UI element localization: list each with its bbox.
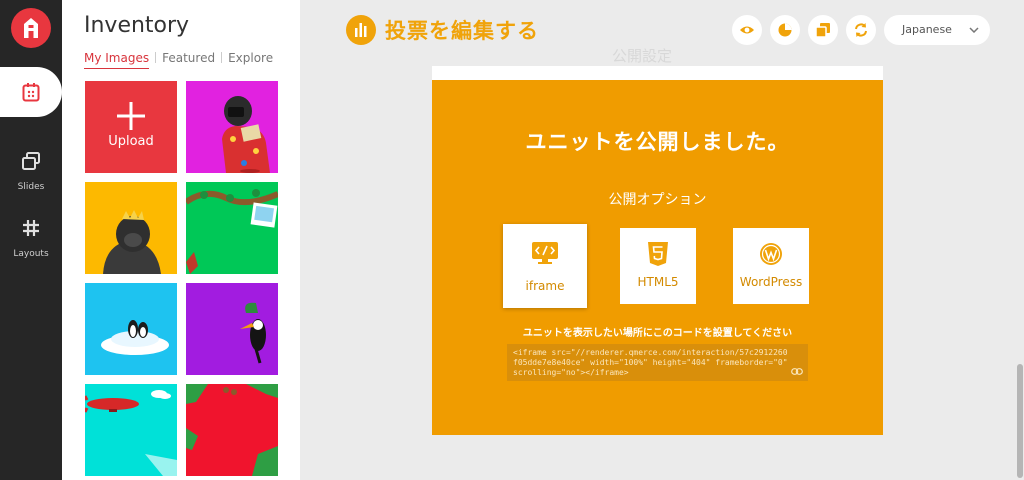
media-icon	[22, 83, 40, 102]
pie-chart-icon	[778, 23, 792, 37]
blimp-image	[85, 390, 177, 476]
eye-icon	[740, 26, 754, 34]
option-iframe[interactable]: iframe	[503, 224, 587, 308]
link-icon[interactable]	[791, 368, 803, 375]
gorilla-camera-image	[222, 96, 270, 173]
inventory-panel: Inventory My Images Featured Explore Uploa…	[62, 0, 300, 480]
poll-edit-icon	[346, 15, 376, 45]
tab-my-images[interactable]: My Images	[84, 51, 150, 69]
option-label: HTML5	[637, 275, 679, 289]
tab-separator	[221, 52, 223, 63]
toucan-image	[240, 302, 266, 364]
code-monitor-icon	[532, 242, 558, 264]
logo-icon	[24, 18, 38, 38]
bar-chart-icon	[355, 23, 367, 37]
gorilla-crown-image	[103, 210, 161, 274]
publish-headline: ユニットを公開しました。	[525, 130, 790, 154]
image-tile-jungle-leaves[interactable]	[186, 384, 278, 476]
section-heading-faded: 公開設定	[612, 47, 673, 65]
image-tile-penguins[interactable]	[85, 283, 177, 375]
jungle-photo-image	[186, 189, 278, 274]
embed-code-text: <iframe src="//renderer.qmerce.com/inter…	[513, 348, 788, 377]
slides-icon	[22, 152, 40, 170]
layouts-icon	[23, 220, 39, 236]
sidebar-item-label: Layouts	[13, 249, 49, 259]
image-tile-toucan[interactable]	[186, 283, 278, 375]
results-button[interactable]	[770, 15, 800, 45]
refresh-icon	[855, 23, 867, 37]
scrollbar-thumb[interactable]	[1017, 364, 1023, 478]
preview-button[interactable]	[732, 15, 762, 45]
option-label: WordPress	[739, 275, 803, 289]
image-tile-blimp[interactable]	[85, 384, 177, 476]
language-select-value: Japanese	[902, 23, 952, 36]
sidebar-item-layouts[interactable]: Layouts	[0, 219, 62, 260]
image-tile-jungle-photo[interactable]	[186, 182, 278, 274]
option-wordpress[interactable]: WordPress	[733, 228, 809, 304]
inventory-tabs: My Images Featured Explore	[84, 51, 273, 69]
option-label: iframe	[525, 279, 565, 293]
page-title: 投票を編集する	[385, 19, 539, 43]
app-logo[interactable]	[11, 8, 51, 48]
sidebar-item-slides[interactable]: Slides	[0, 152, 62, 193]
plus-icon	[117, 102, 145, 130]
upload-label: Upload	[108, 134, 154, 149]
refresh-button[interactable]	[846, 15, 876, 45]
embed-code-field[interactable]: <iframe src="//renderer.qmerce.com/inter…	[507, 344, 808, 381]
language-select[interactable]: Japanese	[884, 15, 990, 45]
publish-preview: ユニットを公開しました。 公開オプション iframe HTML5 WordPr…	[432, 80, 883, 435]
preview-top-strip	[432, 66, 883, 80]
jungle-leaves-image	[186, 384, 278, 476]
image-tile-gorilla-camera[interactable]	[186, 81, 278, 173]
chevron-down-icon	[969, 27, 979, 33]
html5-icon	[648, 242, 668, 266]
app-sidebar: Slides Layouts	[0, 0, 62, 480]
tab-featured[interactable]: Featured	[162, 51, 215, 68]
upload-button[interactable]: Upload	[85, 81, 177, 173]
panel-title: Inventory	[84, 13, 190, 38]
image-tile-gorilla-crown[interactable]	[85, 182, 177, 274]
duplicate-button[interactable]	[808, 15, 838, 45]
option-html5[interactable]: HTML5	[620, 228, 696, 304]
tab-explore[interactable]: Explore	[228, 51, 273, 68]
embed-instruction: ユニットを表示したい場所にこのコードを設置してください	[522, 328, 793, 339]
duplicate-icon	[815, 23, 830, 38]
sidebar-item-media[interactable]	[0, 67, 62, 117]
wordpress-icon	[760, 243, 782, 265]
publish-options-heading: 公開オプション	[608, 192, 707, 208]
penguins-iceberg-image	[101, 320, 169, 355]
tab-separator	[155, 52, 157, 63]
sidebar-item-label: Slides	[17, 182, 45, 192]
